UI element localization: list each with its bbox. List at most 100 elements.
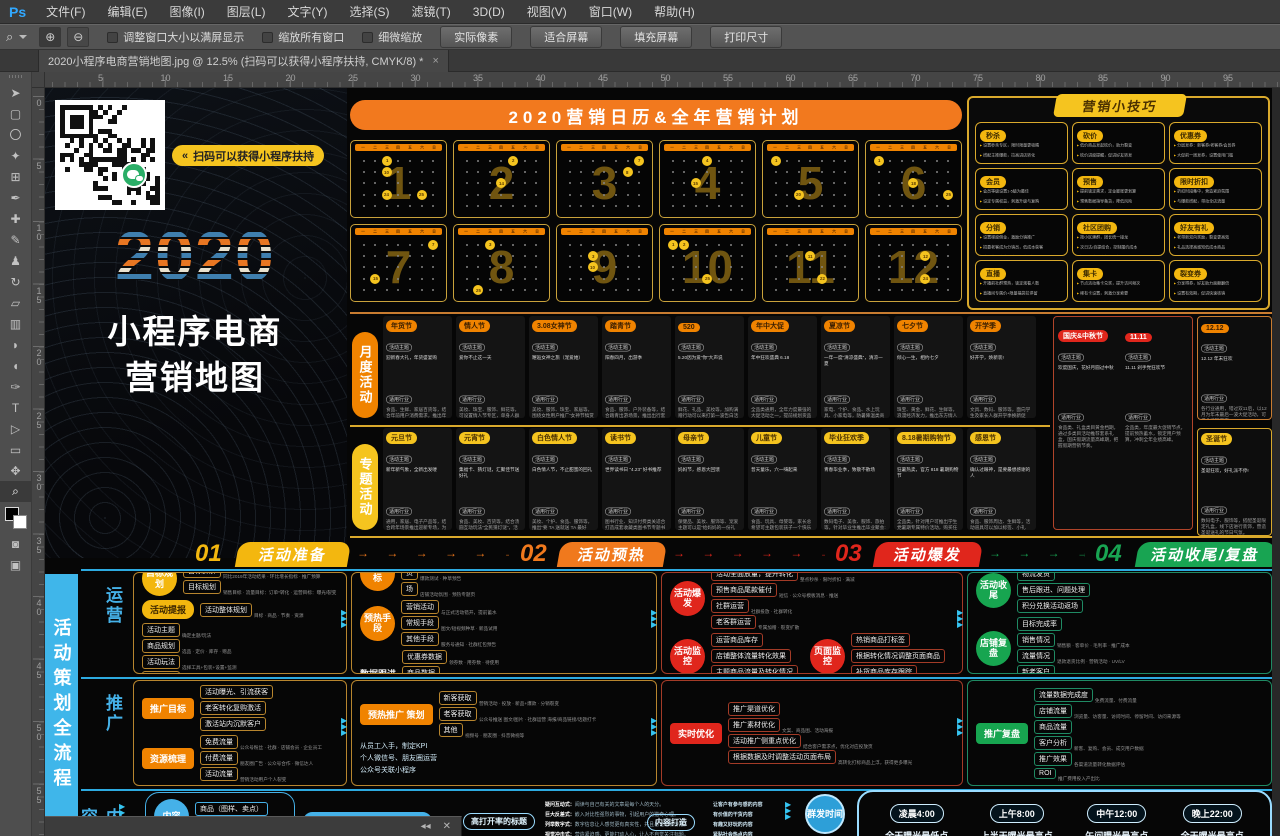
tip-line: 配合爆款专区承接流量 — [1174, 301, 1257, 302]
close-icon[interactable]: × — [432, 55, 438, 67]
mindmap-node: 店铺复盘 — [976, 631, 1011, 666]
divider — [350, 312, 1272, 314]
magic-wand-tool[interactable]: ✦ — [0, 145, 31, 166]
mindmap-item: 预售商品尾款催付 — [711, 583, 777, 597]
eraser-tool[interactable]: ▱ — [0, 292, 31, 313]
menu-item[interactable]: 编辑(E) — [96, 0, 158, 24]
document-tab[interactable]: 2020小程序电商营销地图.jpg @ 12.5% (扫码可以获得小程序扶持, … — [38, 50, 449, 72]
menu-item[interactable]: 3D(D) — [462, 0, 516, 24]
tip-card: 直播开播前社群预热，锁定观看人数直播间专属价+限量福袋拉停留下播后切片二次分发引… — [975, 260, 1068, 302]
activity-card-title: 国庆&中秋节 — [1058, 330, 1108, 342]
flow-cell: 推广复盘流量数据完成度免费流量、付费流量店铺流量浏览量、访客量、访问时间、停留时… — [967, 680, 1272, 786]
card-text: 全品类通用，全年力度最强的大促活动之一，提前规划货品与节奏。 — [751, 407, 814, 418]
menu-item[interactable]: 图层(L) — [216, 0, 277, 24]
chevron-down-icon[interactable] — [19, 35, 27, 39]
hand-tool[interactable]: ✥ — [0, 460, 31, 481]
close-icon[interactable]: ✕ — [443, 821, 451, 832]
pen-tool[interactable]: ✑ — [0, 376, 31, 397]
activity-card: 白色情人节活动主题白色情人节，不止甜蜜的回礼适用行业美妆、个护、食品、服饰等，推… — [529, 428, 598, 530]
background-color-swatch[interactable] — [13, 515, 27, 529]
tip-line: 稀有卡设置，刺激分享索要 — [1077, 291, 1160, 296]
checkbox-label: 调整窗口大小以满屏显示 — [123, 29, 244, 45]
crop-tool[interactable]: ⊞ — [0, 166, 31, 187]
menu-item[interactable]: 选择(S) — [338, 0, 400, 24]
mindmap-item: 活动全面放量，提升转化 — [711, 572, 798, 581]
zoom-tool[interactable]: ⌕ — [0, 481, 31, 502]
menu-item[interactable]: 帮助(H) — [643, 0, 706, 24]
checkbox-icon[interactable] — [107, 32, 118, 43]
options-button[interactable]: 适合屏幕 — [530, 26, 602, 48]
calendar-highlight-date: 15 — [370, 274, 380, 284]
option-checkbox[interactable]: 细微缩放 — [362, 29, 422, 45]
mindmap-item-note: 高转化打标商品上浮，获得更多曝光 — [838, 752, 963, 762]
tip-card-label: 砍价 — [1077, 130, 1103, 142]
activity-card: 元宵节活动主题集福卡、猜灯谜，汇聚佳节送好礼适用行业食品、美妆、百货等，结合汤圆… — [456, 428, 525, 530]
ruler-tick-label: 30 — [34, 473, 44, 491]
mindmap-item-note: 朋友圈广告 · 公众号合作 · 微信达人 — [240, 753, 347, 763]
clone-stamp-tool[interactable]: ♟ — [0, 250, 31, 271]
zoom-in-button[interactable]: ⊕ — [39, 27, 61, 47]
card-tag: 适用行业 — [1058, 413, 1084, 421]
options-button[interactable]: 打印尺寸 — [710, 26, 782, 48]
option-checkbox[interactable]: 调整窗口大小以满屏显示 — [107, 29, 244, 45]
mindmap-cluster: 目标规划目标拆解同比2019年活动结果 · 环比增长指标 · 推广预算目标规划销… — [142, 572, 347, 596]
menu-item[interactable]: 图像(I) — [158, 0, 215, 24]
mindmap-item: 其他 — [439, 723, 463, 737]
card-tag: 活动主题 — [1201, 344, 1227, 352]
row-separator — [81, 569, 1272, 571]
shape-tool[interactable]: ▭ — [0, 439, 31, 460]
zoom-out-button[interactable]: ⊖ — [67, 27, 89, 47]
calendar-highlight-date: 24 — [382, 190, 392, 200]
lasso-tool[interactable]: 〇 — [0, 124, 31, 145]
gradient-tool[interactable]: ▥ — [0, 313, 31, 334]
option-checkbox[interactable]: 缩放所有窗口 — [262, 29, 344, 45]
path-select-tool[interactable]: ▷ — [0, 418, 31, 439]
blur-tool[interactable]: ◗ — [0, 334, 31, 355]
flow-cell: 推广目标活动曝光、引流获客老客转化复购激活激活站内沉默客户资源梳理免费流量公众号… — [133, 680, 347, 786]
restore-icon[interactable]: ◂◂ — [421, 821, 431, 832]
flow-arrow-icon: ▶▶▶ — [651, 610, 657, 628]
tip-line: 会员等级设置1-5级为最佳 — [980, 189, 1063, 194]
type-tool[interactable]: T — [0, 397, 31, 418]
activity-card-title: 12.12 — [1201, 324, 1229, 333]
card-text: 倾心一生，相约七夕 — [897, 355, 960, 371]
checkbox-icon[interactable] — [262, 32, 273, 43]
mindmap-item-note: 推广费用投入产出比 — [1058, 768, 1130, 778]
healing-brush-tool[interactable]: ✚ — [0, 208, 31, 229]
options-button[interactable]: 填充屏幕 — [620, 26, 692, 48]
brush-tool[interactable]: ✎ — [0, 229, 31, 250]
mindmap-item-note: 确定主题/玩法 — [182, 625, 232, 635]
menu-item[interactable]: 窗口(W) — [578, 0, 643, 24]
menu-item[interactable]: 滤镜(T) — [400, 0, 461, 24]
qr-code — [55, 100, 165, 210]
eyedropper-tool[interactable]: ✒ — [0, 187, 31, 208]
mindmap-item-note: 店铺活动氛围 · 预热专题页 — [420, 584, 515, 594]
ruler-corner — [32, 72, 45, 88]
mindmap-item-note: 复购 · 客单 · 特征 — [1057, 667, 1119, 674]
phase-band: 01活动准备02活动预热03活动爆发04活动收尾/复盘→ → → → → →→ … — [45, 540, 1272, 570]
dodge-tool[interactable]: ◖ — [0, 355, 31, 376]
mindmap-item-note: 整点秒杀 · 限时折扣 · 满减 — [800, 572, 894, 579]
mindmap-item: 常规手段 — [401, 616, 439, 630]
time-chip: 中午12:00 — [1087, 804, 1146, 823]
marquee-tool[interactable]: ▢ — [0, 103, 31, 124]
checkbox-icon[interactable] — [362, 32, 373, 43]
document-canvas[interactable]: « 扫码可以获得小程序扶持 2020 小程序电商 营销地图 2020营销日历&全… — [45, 88, 1272, 836]
tip-line: 直播间专属价+限量福袋拉停留 — [980, 291, 1063, 296]
tip-line: 与爆款搭配，带动全店流量 — [1174, 199, 1257, 204]
menu-item[interactable]: 文件(F) — [35, 0, 96, 24]
tip-line: 折扣时段集中，营造紧迫氛围 — [1174, 189, 1257, 194]
move-tool[interactable]: ➤ — [0, 82, 31, 103]
mindmap-item: 活动整体规划 — [200, 603, 252, 617]
card-tag: 适用行业 — [605, 507, 631, 515]
screen-mode-tool[interactable]: ▣ — [0, 554, 31, 575]
menu-item[interactable]: 文字(Y) — [276, 0, 338, 24]
quick-mask-tool[interactable]: ◙ — [0, 533, 31, 554]
calendar-highlight-date: 24 — [920, 274, 930, 284]
calendar-highlight-date: 3 — [588, 251, 598, 261]
options-button[interactable]: 实际像素 — [440, 26, 512, 48]
calendar-highlight-date: 2 — [679, 240, 689, 250]
history-brush-tool[interactable]: ↻ — [0, 271, 31, 292]
mindmap-item: 激活站内沉默客户 — [200, 717, 266, 731]
menu-item[interactable]: 视图(V) — [516, 0, 578, 24]
